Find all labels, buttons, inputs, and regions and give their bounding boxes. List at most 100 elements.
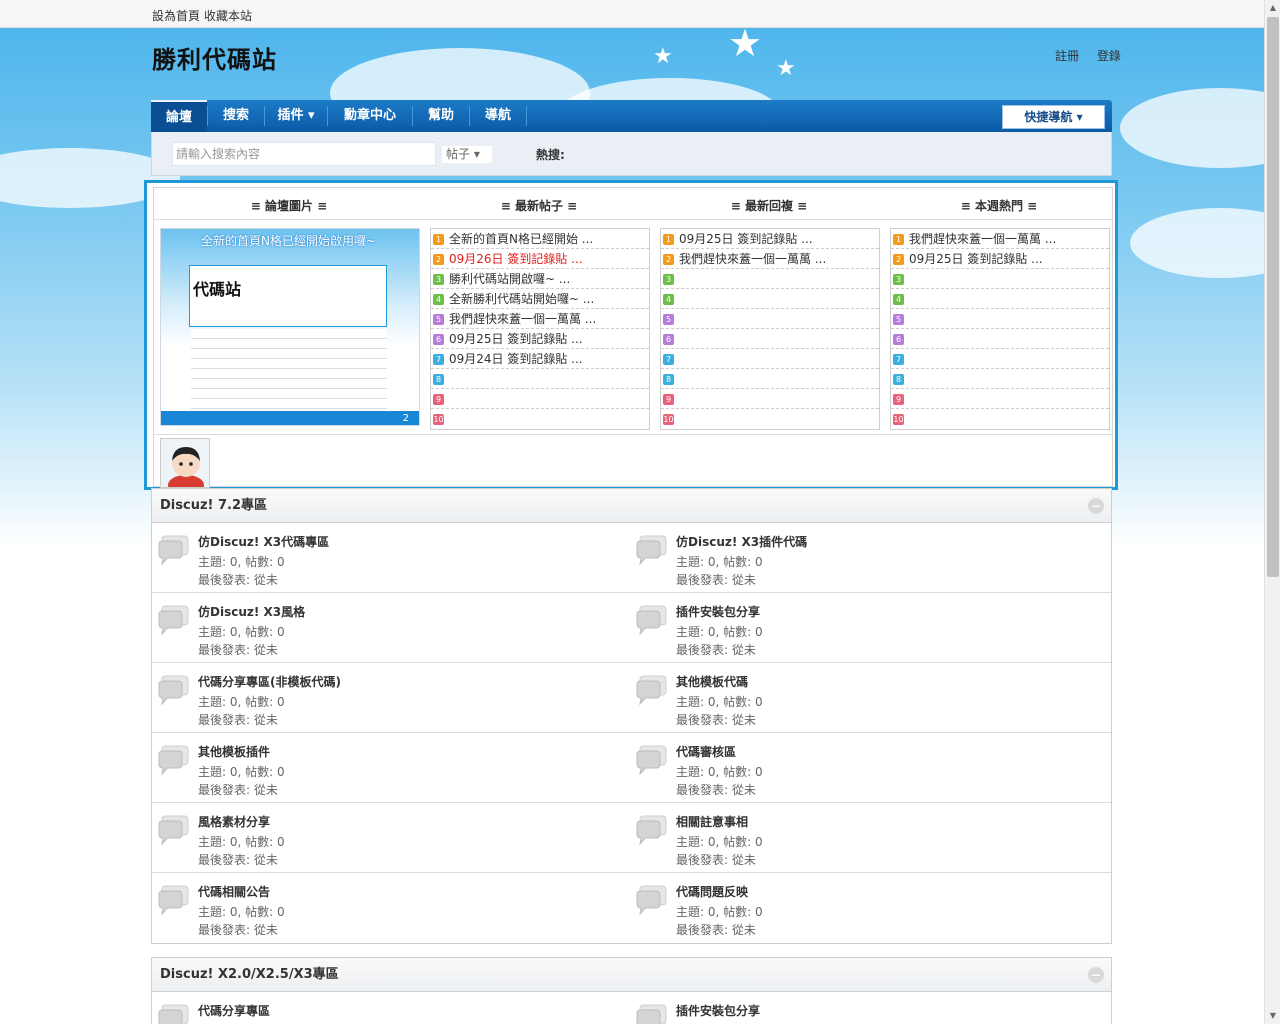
set-home-link[interactable]: 設為首頁 (152, 9, 200, 23)
list-item-title[interactable]: 09月25日 簽到記錄貼 ... (909, 252, 1043, 266)
list-item[interactable]: 10 (891, 409, 1109, 429)
forum-item[interactable]: 插件安裝包分享主題: 0, 帖數: 0最後發表: 從未 (630, 992, 1108, 1024)
list-item[interactable]: 8 (891, 369, 1109, 389)
forum-name[interactable]: 仿Discuz! X3風格 (198, 603, 305, 620)
forum-name[interactable]: 其他模板代碼 (676, 673, 748, 690)
list-item[interactable]: 5 我們趕快來蓋一個一萬萬 ... (431, 309, 649, 329)
forum-item[interactable]: 代碼問題反映 主題: 0, 帖數: 0 最後發表: 從未 (630, 873, 1108, 943)
tab-latest-posts[interactable]: ≡ 最新帖子 ≡ (424, 197, 654, 214)
forum-item[interactable]: 代碼分享專區(非模板代碼) 主題: 0, 帖數: 0 最後發表: 從未 (152, 663, 630, 733)
nav-medals[interactable]: 勳章中心 (328, 100, 412, 132)
forum-item[interactable]: 仿Discuz! X3插件代碼 主題: 0, 帖數: 0 最後發表: 從未 (630, 523, 1108, 593)
tab-weekly-hot[interactable]: ≡ 本週熱門 ≡ (884, 197, 1114, 214)
list-item-title[interactable]: 我們趕快來蓋一個一萬萬 ... (449, 312, 596, 326)
list-item[interactable]: 1 09月25日 簽到記錄貼 ... (661, 229, 879, 249)
forum-name[interactable]: 風格素材分享 (198, 813, 270, 830)
list-item-title[interactable]: 09月24日 簽到記錄貼 ... (449, 352, 583, 366)
list-item[interactable]: 10 (431, 409, 649, 429)
favorite-link[interactable]: 收藏本站 (204, 9, 252, 23)
list-item[interactable]: 1 我們趕快來蓋一個一萬萬 ... (891, 229, 1109, 249)
list-item[interactable]: 7 (661, 349, 879, 369)
search-input[interactable]: 請輸入搜索內容 (172, 142, 436, 166)
tab-forum-pictures[interactable]: ≡ 論壇圖片 ≡ (174, 197, 404, 214)
list-item[interactable]: 9 (431, 389, 649, 409)
list-item-title[interactable]: 09月26日 簽到記錄貼 ... (449, 252, 583, 266)
forum-picture-slide[interactable]: 全新的首頁N格已經開始啟用囉~ 代碼站 2 (160, 228, 420, 426)
forum-item[interactable]: 仿Discuz! X3風格 主題: 0, 帖數: 0 最後發表: 從未 (152, 593, 630, 663)
list-item[interactable]: 2 09月25日 簽到記錄貼 ... (891, 249, 1109, 269)
list-item[interactable]: 3 (891, 269, 1109, 289)
nav-help[interactable]: 幫助 (413, 100, 469, 132)
list-item[interactable]: 10 (661, 409, 879, 429)
slide-page-number[interactable]: 2 (403, 413, 409, 424)
list-item[interactable]: 4 全新勝利代碼站開始囉~ ... (431, 289, 649, 309)
tab-latest-replies[interactable]: ≡ 最新回複 ≡ (654, 197, 884, 214)
forum-name[interactable]: 仿Discuz! X3插件代碼 (676, 533, 807, 550)
forum-name[interactable]: 代碼分享專區(非模板代碼) (198, 673, 341, 690)
list-item[interactable]: 2 09月26日 簽到記錄貼 ... (431, 249, 649, 269)
nav-navigation[interactable]: 導航 (470, 100, 526, 132)
list-item-title[interactable]: 勝利代碼站開啟囉~ ... (449, 272, 570, 286)
forum-name[interactable]: 代碼審核區 (676, 743, 736, 760)
list-item[interactable]: 8 (431, 369, 649, 389)
forum-name[interactable]: 代碼問題反映 (676, 883, 748, 900)
forum-item[interactable]: 代碼審核區 主題: 0, 帖數: 0 最後發表: 從未 (630, 733, 1108, 803)
list-item-title[interactable]: 我們趕快來蓋一個一萬萬 ... (679, 252, 826, 266)
collapse-icon[interactable]: − (1088, 967, 1104, 983)
avatar[interactable] (160, 438, 210, 488)
nav-forum[interactable]: 論壇 (151, 100, 207, 132)
forum-name[interactable]: 相關註意事相 (676, 813, 748, 830)
site-logo[interactable]: 勝利代碼站 (152, 40, 277, 75)
list-item[interactable]: 2 我們趕快來蓋一個一萬萬 ... (661, 249, 879, 269)
forum-name[interactable]: 插件安裝包分享 (676, 603, 760, 620)
list-item-title[interactable]: 我們趕快來蓋一個一萬萬 ... (909, 232, 1056, 246)
forum-name[interactable]: 其他模板插件 (198, 743, 270, 760)
forum-item[interactable]: 代碼分享專區主題: 0, 帖數: 0最後發表: 從未 (152, 992, 630, 1024)
list-item[interactable]: 3 (661, 269, 879, 289)
page-scrollbar[interactable]: ▲ ▼ (1264, 0, 1280, 1024)
list-item[interactable]: 1 全新的首頁N格已經開始 ... (431, 229, 649, 249)
list-item[interactable]: 6 (661, 329, 879, 349)
list-item[interactable]: 6 (891, 329, 1109, 349)
forum-name[interactable]: 仿Discuz! X3代碼專區 (198, 533, 329, 550)
forum-item[interactable]: 插件安裝包分享主題: 0, 帖數: 0最後發表: 從未 (630, 593, 1108, 663)
rank-badge-icon: 5 (433, 314, 444, 325)
list-item[interactable]: 4 (891, 289, 1109, 309)
list-item-title[interactable]: 全新勝利代碼站開始囉~ ... (449, 292, 594, 306)
forum-name[interactable]: 代碼相關公告 (198, 883, 270, 900)
scroll-down-icon[interactable]: ▼ (1265, 1008, 1280, 1024)
forum-name[interactable]: 插件安裝包分享 (676, 1002, 760, 1019)
register-link[interactable]: 註冊 (1055, 49, 1079, 63)
login-link[interactable]: 登錄 (1097, 49, 1121, 63)
list-item[interactable]: 9 (661, 389, 879, 409)
collapse-icon[interactable]: − (1088, 498, 1104, 514)
list-item[interactable]: 3 勝利代碼站開啟囉~ ... (431, 269, 649, 289)
quick-nav-button[interactable]: 快捷導航 ▾ (1002, 105, 1105, 129)
forum-item[interactable]: 其他模板插件 主題: 0, 帖數: 0 最後發表: 從未 (152, 733, 630, 803)
forum-name[interactable]: 代碼分享專區 (198, 1002, 270, 1019)
list-item-title[interactable]: 09月25日 簽到記錄貼 ... (449, 332, 583, 346)
list-item-title[interactable]: 全新的首頁N格已經開始 ... (449, 232, 593, 246)
nav-plugins[interactable]: 插件 ▾ (265, 100, 327, 132)
scroll-up-icon[interactable]: ▲ (1265, 0, 1280, 16)
scrollbar-thumb[interactable] (1267, 17, 1279, 577)
list-item[interactable]: 6 09月25日 簽到記錄貼 ... (431, 329, 649, 349)
forum-item[interactable]: 相關註意事相 主題: 0, 帖數: 0 最後發表: 從未 (630, 803, 1108, 873)
forum-item[interactable]: 風格素材分享 主題: 0, 帖數: 0 最後發表: 從未 (152, 803, 630, 873)
list-item[interactable]: 4 (661, 289, 879, 309)
list-item[interactable]: 7 09月24日 簽到記錄貼 ... (431, 349, 649, 369)
rank-badge-icon: 7 (433, 354, 444, 365)
list-item[interactable]: 7 (891, 349, 1109, 369)
forum-item[interactable]: 代碼相關公告 主題: 0, 帖數: 0 最後發表: 從未 (152, 873, 630, 943)
list-item[interactable]: 5 (661, 309, 879, 329)
list-item[interactable]: 8 (661, 369, 879, 389)
nav-search[interactable]: 搜索 (208, 100, 264, 132)
search-type-select[interactable]: 帖子 ▾ (442, 146, 492, 163)
forum-row: 仿Discuz! X3風格 主題: 0, 帖數: 0 最後發表: 從未 插件安裝包分享… (152, 593, 1111, 663)
forum-item[interactable]: 仿Discuz! X3代碼專區 主題: 0, 帖數: 0 最後發表: 從未 (152, 523, 630, 593)
list-item-title[interactable]: 09月25日 簽到記錄貼 ... (679, 232, 813, 246)
forum-bubble-icon (636, 815, 667, 845)
list-item[interactable]: 5 (891, 309, 1109, 329)
list-item[interactable]: 9 (891, 389, 1109, 409)
forum-item[interactable]: 其他模板代碼 主題: 0, 帖數: 0 最後發表: 從未 (630, 663, 1108, 733)
